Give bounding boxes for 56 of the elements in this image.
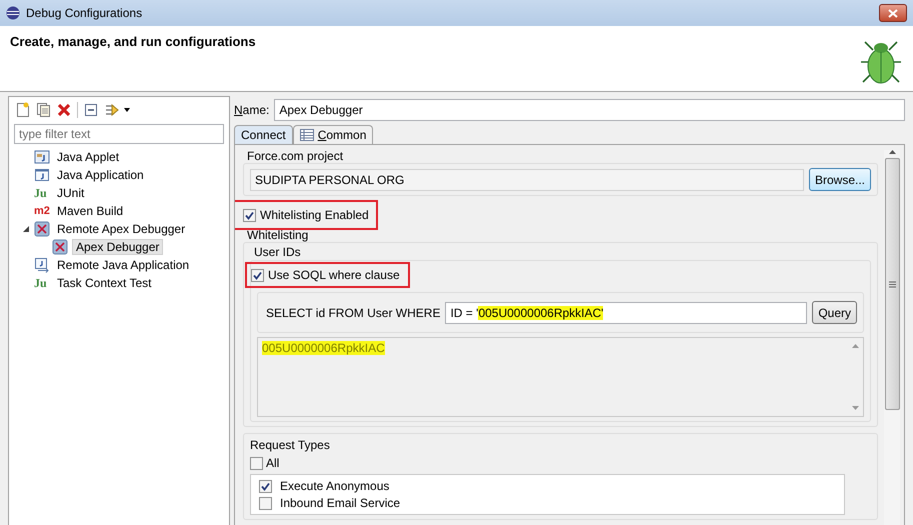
grip-icon: [888, 280, 896, 288]
list-item[interactable]: 005U0000006RpkkIAC: [262, 341, 385, 355]
filter-field[interactable]: type filter text: [14, 124, 224, 144]
junit-icon: Ju: [34, 186, 52, 200]
debug-cross-icon: [52, 239, 68, 255]
group-label: User IDs: [253, 245, 302, 259]
delete-icon[interactable]: [57, 103, 71, 117]
checkbox[interactable]: [251, 268, 264, 282]
checkbox[interactable]: [259, 480, 272, 492]
tree-item[interactable]: Apex Debugger: [72, 239, 164, 255]
tab[interactable]: Connect: [234, 125, 293, 144]
browse-button[interactable]: Browse...: [808, 168, 871, 191]
window-title: Debug Configurations: [26, 6, 142, 20]
checkbox-label: Inbound Email Service: [280, 496, 400, 510]
eclipse-icon: [6, 6, 20, 20]
group-label: Force.com project: [246, 149, 344, 163]
checkbox-label: Whitelisting Enabled: [260, 208, 369, 222]
expand-arrow-icon[interactable]: [22, 225, 32, 233]
checkbox[interactable]: [250, 456, 263, 470]
project-field[interactable]: SUDIPTA PERSONAL ORG: [250, 168, 804, 190]
tree-item[interactable]: Remote Apex Debugger: [54, 221, 188, 237]
collapse-all-icon[interactable]: [84, 103, 98, 117]
tree-item[interactable]: Remote Java Application: [54, 257, 192, 273]
duplicate-icon[interactable]: [36, 102, 51, 118]
scrollbar-thumb[interactable]: [884, 158, 900, 410]
window-icon: [34, 167, 50, 183]
maven-icon: m2: [34, 205, 52, 217]
close-icon: [888, 8, 898, 18]
debug-cross-icon: [34, 221, 50, 237]
remote-window-icon: [34, 257, 50, 273]
applet-icon: [34, 149, 50, 165]
tree-item[interactable]: Java Applet: [54, 149, 122, 165]
query-label: SELECT id FROM User WHERE: [266, 306, 440, 320]
checkbox-label: Use SOQL where clause: [268, 268, 400, 282]
query-button[interactable]: Query: [812, 301, 857, 324]
checkbox-label: Execute Anonymous: [280, 479, 390, 493]
tab[interactable]: Common: [292, 125, 374, 144]
checkbox-label: All: [266, 456, 280, 470]
query-field[interactable]: ID = '005U0000006RpkkIAC': [445, 302, 808, 324]
name-field[interactable]: Apex Debugger: [274, 99, 905, 121]
table-icon: [300, 129, 314, 141]
tree-item[interactable]: JUnit: [54, 185, 88, 201]
tree-item[interactable]: Maven Build: [54, 203, 126, 219]
group-label: Whitelisting: [246, 229, 310, 241]
junit-icon: Ju: [34, 276, 52, 290]
group-label: Request Types: [250, 438, 331, 452]
new-document-icon[interactable]: [16, 102, 30, 118]
scroll-up-icon[interactable]: [888, 150, 896, 154]
name-label: Name:: [234, 103, 270, 117]
dialog-heading: Create, manage, and run configurations: [10, 34, 256, 51]
filter-icon[interactable]: [104, 102, 130, 118]
checkbox[interactable]: [259, 496, 272, 510]
tree-item[interactable]: Java Application: [54, 167, 147, 183]
checkbox[interactable]: [243, 208, 256, 222]
close-button[interactable]: [879, 4, 907, 22]
tree-item[interactable]: Task Context Test: [54, 275, 154, 291]
